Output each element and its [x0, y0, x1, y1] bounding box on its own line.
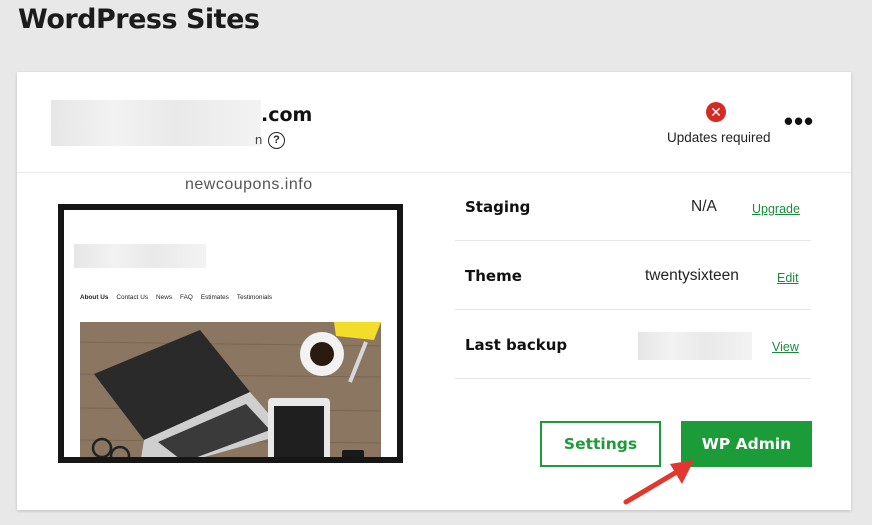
detail-row-backup: Last backup View: [455, 310, 811, 379]
error-x-icon: ✕: [706, 102, 726, 122]
site-card-header: .com n ? ✕ Updates required •••: [17, 72, 851, 173]
site-details: Staging N/A Upgrade Theme twentysixteen …: [455, 172, 811, 379]
theme-value: twentysixteen: [645, 267, 739, 284]
preview-nav-item: News: [156, 294, 173, 301]
preview-nav: About Us Contact Us News FAQ Estimates T…: [80, 294, 272, 301]
status-text: Updates required: [667, 130, 771, 145]
preview-nav-item: Contact Us: [116, 294, 149, 301]
staging-value: N/A: [691, 198, 717, 215]
preview-nav-item: Testimonials: [236, 294, 273, 301]
more-options-icon[interactable]: •••: [779, 108, 819, 136]
edit-theme-link[interactable]: Edit: [777, 271, 799, 285]
preview-nav-item: Estimates: [200, 294, 229, 301]
preview-nav-item: About Us: [80, 294, 109, 301]
detail-row-staging: Staging N/A Upgrade: [455, 172, 811, 241]
preview-logo: [74, 244, 206, 268]
watermark: newcoupons.info: [185, 176, 313, 193]
site-card: .com n ? ✕ Updates required ••• newcoupo…: [17, 72, 851, 510]
site-domain-suffix[interactable]: .com: [261, 104, 312, 126]
backup-label: Last backup: [465, 336, 568, 354]
theme-label: Theme: [465, 267, 522, 285]
red-arrow-icon: [623, 460, 694, 505]
redacted-backup-date: [638, 332, 752, 360]
redacted-domain: [51, 100, 261, 146]
staging-label: Staging: [465, 198, 531, 216]
help-icon[interactable]: ?: [268, 132, 285, 149]
preview-nav-item: FAQ: [180, 294, 193, 301]
wp-admin-button[interactable]: WP Admin: [681, 421, 812, 467]
detail-row-theme: Theme twentysixteen Edit: [455, 241, 811, 310]
laptop-desk-image: [80, 322, 381, 457]
view-backup-link[interactable]: View: [772, 340, 799, 354]
page-title: WordPress Sites: [18, 4, 260, 35]
site-preview-thumbnail[interactable]: About Us Contact Us News FAQ Estimates T…: [58, 204, 403, 463]
site-subtext-tail: n: [255, 132, 263, 147]
upgrade-link[interactable]: Upgrade: [752, 202, 800, 216]
